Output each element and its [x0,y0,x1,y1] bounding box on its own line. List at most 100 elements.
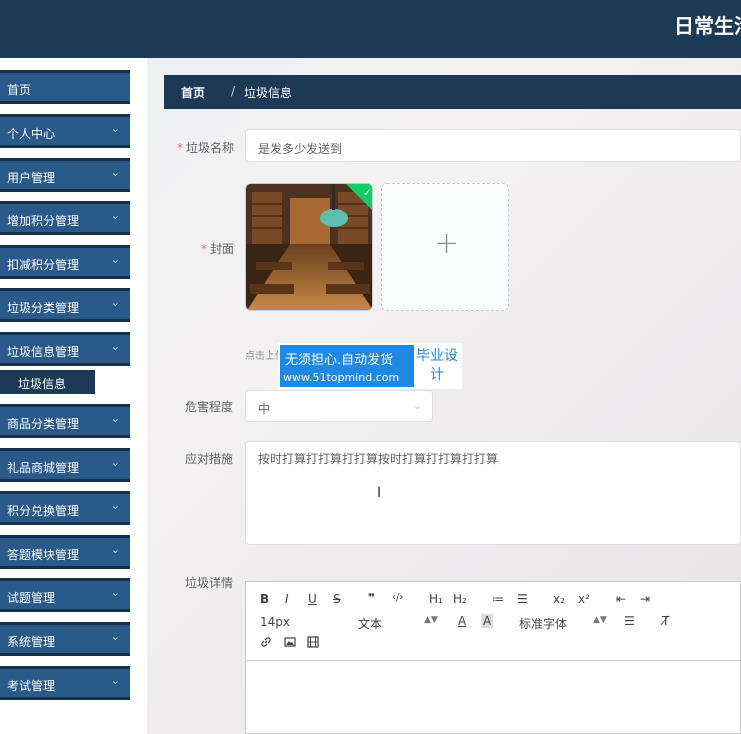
font-family-select[interactable]: 标准字体 [519,615,567,632]
text-cursor-icon: I [377,485,382,501]
sidebar-item-system[interactable]: 系统管理 ⌄ [0,622,130,656]
quote-icon[interactable]: ❞ [368,591,375,605]
danger-select-value: 中 [258,402,271,416]
sidebar-item-gift-mall[interactable]: 礼品商城管理 ⌄ [0,448,130,482]
sidebar-item-personal-center[interactable]: 个人中心 ⌄ [0,114,130,148]
measures-label: 应对措施 [185,452,234,466]
measures-textarea[interactable]: 按时打算打打算打打算按时打算打打算打打算 [245,441,741,545]
sidebar-item-home[interactable]: 首页 [0,70,130,104]
chevron-down-icon: ⌄ [110,543,120,556]
name-input-value: 是发多少发送到 [258,142,343,156]
superscript-icon[interactable]: x² [578,592,590,606]
sidebar-item-quiz-module[interactable]: 答题模块管理 ⌄ [0,535,130,569]
svg-text:✓: ✓ [363,188,371,199]
sidebar-item-points-exchange[interactable]: 积分兑换管理 ⌄ [0,491,130,525]
sidebar-subitem-garbage-info[interactable]: 垃圾信息 [0,370,95,394]
watermark-side: 毕业设计 [414,345,460,387]
watermark-line1: 无须担心.自动发货 [285,353,394,368]
ordered-list-icon[interactable]: ≔ [492,592,504,606]
watermark-url: www.51topmind.com [283,371,400,384]
sidebar-item-label: 个人中心 [7,127,56,141]
chevron-down-icon: ⌄ [110,412,120,425]
name-input[interactable]: 是发多少发送到 [245,129,741,162]
heading1-icon[interactable]: H₁ [429,592,443,606]
sidebar-item-garbage-category[interactable]: 垃圾分类管理 ⌄ [0,288,130,322]
sidebar-subitem-label: 垃圾信息 [18,377,67,391]
sidebar-item-questions[interactable]: 试题管理 ⌄ [0,578,130,612]
sidebar-item-label: 答题模块管理 [7,548,80,562]
required-mark: * [201,242,207,256]
cover-label: * 封面 [201,240,234,257]
video-icon[interactable] [307,636,319,651]
cover-label-text: 封面 [210,242,235,256]
detail-label: 垃圾详情 [185,576,234,590]
library-photo: ✓ [246,184,372,310]
sidebar-item-label: 商品分类管理 [7,417,80,431]
sidebar-item-exam[interactable]: 考试管理 ⌄ [0,666,130,700]
strikethrough-icon[interactable]: S [333,592,341,606]
measures-textarea-value: 按时打算打打算打打算按时打算打打算打打算 [258,452,499,466]
font-size-value: 14px [260,615,290,629]
subscript-icon[interactable]: x₂ [553,592,565,606]
background-color-icon[interactable]: A [481,614,494,628]
font-size-select[interactable]: 14px [260,615,290,629]
code-icon[interactable]: ‹/› [392,592,403,603]
italic-icon[interactable]: I [285,592,289,606]
required-mark: * [177,141,183,155]
sidebar-item-deduct-points[interactable]: 扣减积分管理 ⌄ [0,245,130,279]
main-content: 首页 / 垃圾信息 * 垃圾名称 是发多少发送到 * 封面 ✓ + 点击上传 无… [147,58,741,734]
sidebar-item-label: 首页 [7,83,32,97]
sidebar-item-user-management[interactable]: 用户管理 ⌄ [0,158,130,192]
font-family-value: 标准字体 [519,617,568,631]
chevron-down-icon: ⌄ [110,499,120,512]
clear-format-icon[interactable]: T̸ [662,614,669,628]
breadcrumb: 首页 / 垃圾信息 [164,75,741,109]
chevron-down-icon: ⌄ [110,586,120,599]
breadcrumb-home[interactable]: 首页 [181,84,205,101]
sidebar-item-label: 积分兑换管理 [7,504,80,518]
sidebar-item-add-points[interactable]: 增加积分管理 ⌄ [0,201,130,235]
sidebar-item-label: 扣减积分管理 [7,258,80,272]
text-style-select[interactable]: 文本 [358,615,382,632]
font-family-arrow-icon: ▲▼ [593,615,607,625]
top-header: 日常生活 [0,0,741,58]
text-style-value: 文本 [358,617,383,631]
danger-label: 危害程度 [185,400,234,414]
name-label: * 垃圾名称 [177,139,234,156]
plus-icon: + [434,226,460,261]
chevron-down-icon: ⌄ [110,166,120,179]
name-label-text: 垃圾名称 [186,141,235,155]
sidebar-item-label: 考试管理 [7,679,56,693]
rich-text-editor[interactable]: B I U S ❞ ‹/› H₁ H₂ ≔ ☰ x₂ x² ⇤ ⇥ 14px 文… [245,581,741,734]
chevron-down-icon: ⌄ [110,456,120,469]
chevron-down-icon: ⌄ [110,209,120,222]
breadcrumb-current: 垃圾信息 [244,86,293,100]
underline-icon[interactable]: U [308,592,317,606]
chevron-down-icon: ⌄ [110,674,120,687]
align-icon[interactable]: ☰ [624,614,635,628]
font-color-icon[interactable]: A [458,614,466,628]
indent-icon[interactable]: ⇥ [640,592,650,606]
sidebar-item-label: 试题管理 [7,591,56,605]
cover-image-thumbnail[interactable]: ✓ [245,183,373,311]
outdent-icon[interactable]: ⇤ [616,592,626,606]
chevron-down-icon: ⌄ [110,296,120,309]
link-icon[interactable] [260,636,272,651]
sidebar-item-product-category[interactable]: 商品分类管理 ⌄ [0,404,130,438]
sidebar-item-garbage-info[interactable]: 垃圾信息管理 ⌄ [0,332,130,366]
sidebar-item-label: 垃圾分类管理 [7,301,80,315]
sidebar-item-label: 礼品商城管理 [7,461,80,475]
danger-select[interactable]: 中 ⌄ [245,390,433,422]
bold-icon[interactable]: B [260,592,269,606]
chevron-down-icon: ⌄ [412,399,422,412]
chevron-down-icon: ⌄ [110,122,120,135]
image-icon[interactable] [284,636,296,651]
heading2-icon[interactable]: H₂ [453,592,467,606]
sidebar-item-label: 增加积分管理 [7,214,80,228]
text-style-arrow-icon: ▲▼ [424,615,438,625]
bullet-list-icon[interactable]: ☰ [517,592,528,606]
upload-add-button[interactable]: + [381,183,509,311]
sidebar-item-label: 用户管理 [7,171,56,185]
app-title: 日常生活 [674,14,741,38]
chevron-down-icon: ⌄ [110,630,120,643]
